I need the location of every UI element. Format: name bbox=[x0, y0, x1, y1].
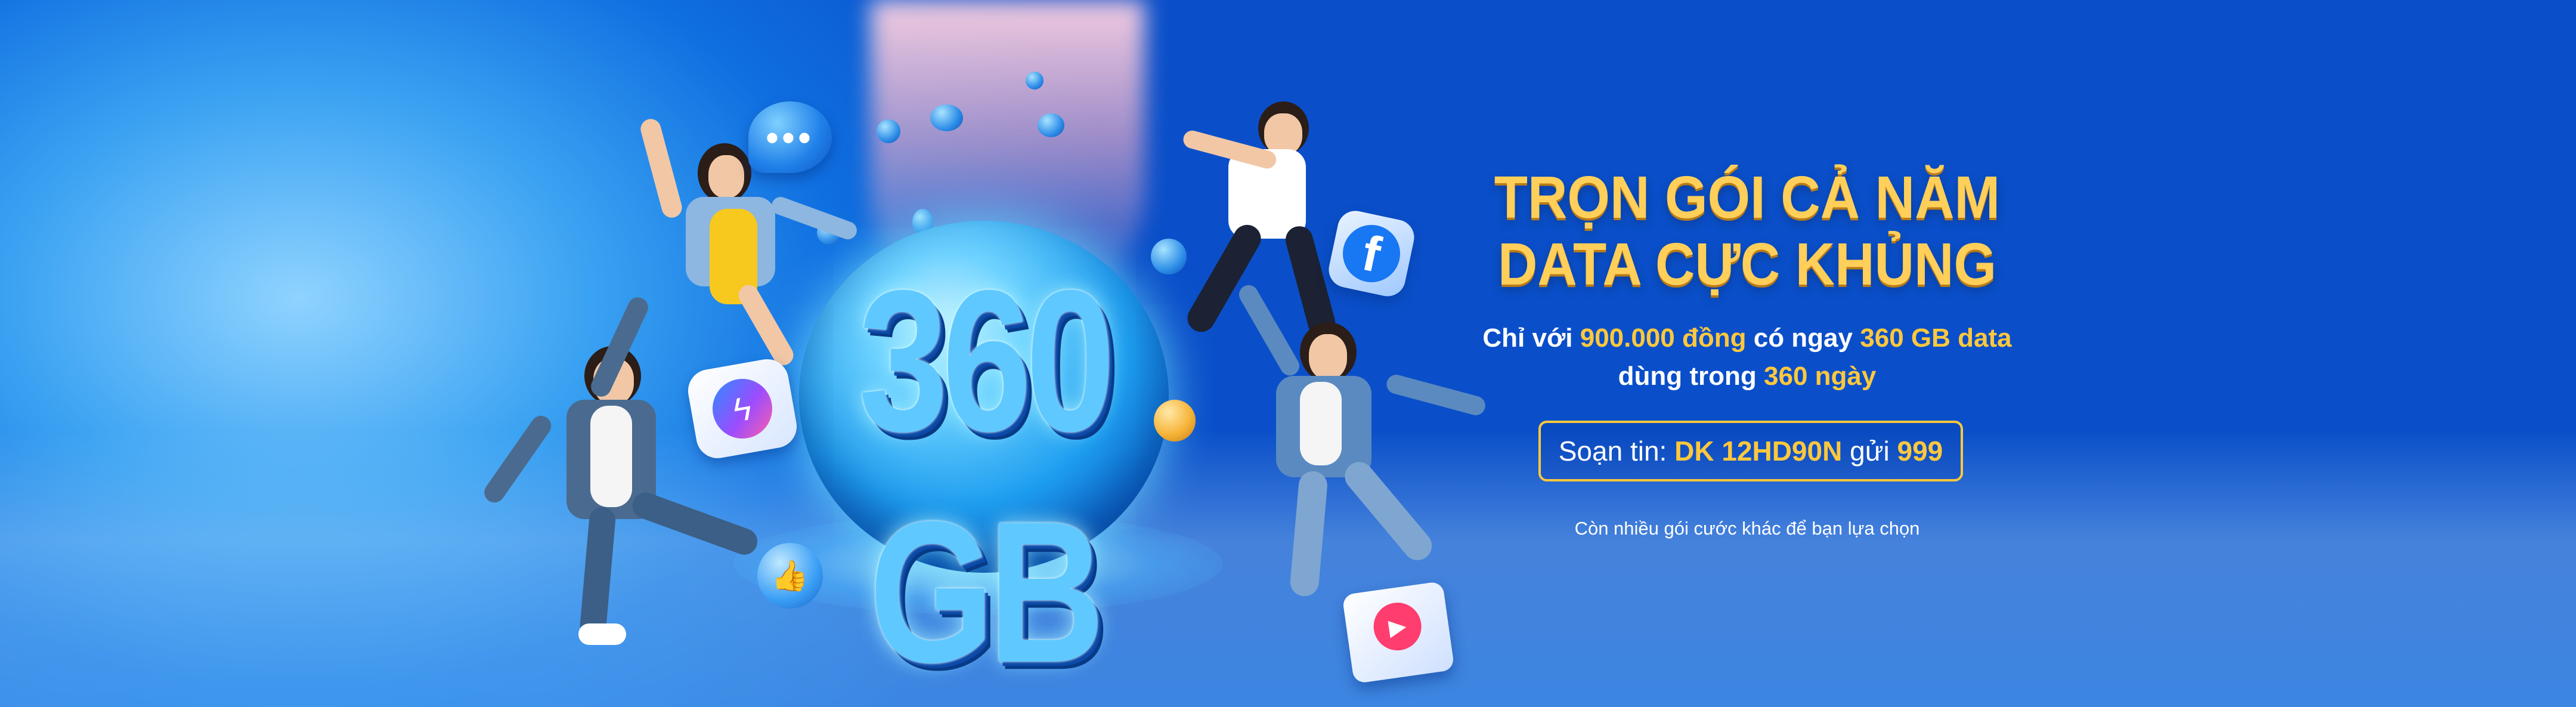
floating-ball bbox=[930, 104, 963, 131]
sub-line-1: Chỉ với 900.000 đồng có ngay 360 GB data bbox=[1419, 319, 2075, 357]
video-play-icon: ▶ bbox=[1342, 581, 1455, 684]
price-text: 900.000 đồng bbox=[1580, 323, 1747, 353]
headline-line-2: DATA CỰC KHỦNG bbox=[1497, 231, 1997, 298]
gold-ball bbox=[1154, 400, 1196, 442]
sub-prefix: Chỉ với bbox=[1482, 323, 1573, 353]
cta-prefix: Soạn tin: bbox=[1558, 436, 1667, 467]
messenger-icon: ϟ bbox=[685, 356, 800, 462]
sub-middle: có ngay bbox=[1753, 323, 1853, 353]
promo-banner[interactable]: 360 GB ••• f ϟ 👍 ▶ TRỌN GÓI CẢ NĂM DATA … bbox=[0, 0, 2576, 707]
orb-label: 360 GB bbox=[858, 249, 1115, 705]
facebook-icon: f bbox=[1325, 207, 1418, 300]
floating-ball bbox=[877, 119, 900, 143]
cta-code: DK 12HD90N bbox=[1674, 436, 1843, 467]
floating-ball bbox=[1026, 72, 1044, 89]
duration-text: 360 ngày bbox=[1764, 362, 1877, 391]
more-packages-link[interactable]: Còn nhiều gói cước khác để bạn lựa chọn bbox=[1479, 518, 2015, 539]
cta-number: 999 bbox=[1897, 436, 1943, 467]
cta-middle: gửi bbox=[1850, 436, 1890, 467]
floating-ball bbox=[1038, 113, 1064, 137]
like-icon: 👍 bbox=[757, 543, 823, 609]
chat-bubble-icon: ••• bbox=[748, 101, 832, 173]
headline-line-1: TRỌN GÓI CẢ NĂM bbox=[1494, 164, 2001, 231]
sms-cta-button[interactable]: Soạn tin: DK 12HD90N gửi 999 bbox=[1538, 421, 1963, 481]
data-amount-text: 360 GB data bbox=[1860, 323, 2012, 353]
sub-line-2: dùng trong 360 ngày bbox=[1419, 357, 2075, 396]
headline: TRỌN GÓI CẢ NĂM DATA CỰC KHỦNG bbox=[1467, 164, 2027, 298]
sub-line-2-prefix: dùng trong bbox=[1618, 362, 1757, 391]
subheadline: Chỉ với 900.000 đồng có ngay 360 GB data… bbox=[1419, 319, 2075, 396]
